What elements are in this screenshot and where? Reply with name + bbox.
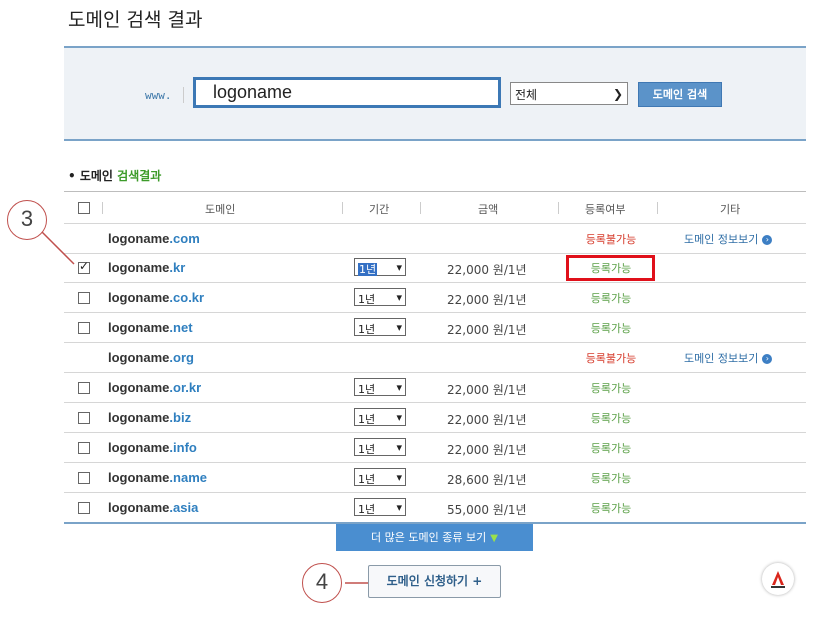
step-4-callout: 4 [302, 563, 342, 603]
brand-logo-icon [771, 571, 785, 588]
callout-lines [41, 231, 368, 584]
brand-logo-icon [762, 563, 794, 595]
step-3-connector [41, 231, 75, 265]
